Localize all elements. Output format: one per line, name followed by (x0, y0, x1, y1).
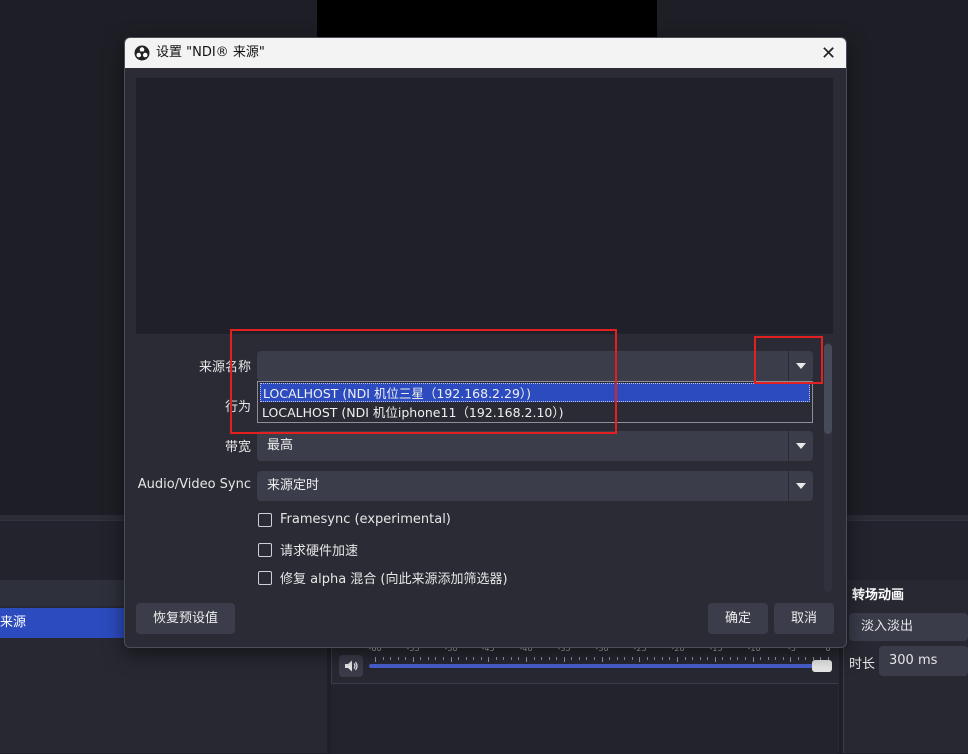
av-sync-label: Audio/Video Sync (137, 477, 251, 492)
db-minor-tick (654, 657, 656, 660)
db-minor-tick (503, 657, 505, 660)
db-minor-tick (405, 657, 407, 660)
source-preview (136, 78, 833, 334)
framesync-label: Framesync (experimental) (280, 512, 451, 527)
main-canvas (317, 0, 657, 40)
db-minor-tick (722, 657, 724, 660)
db-minor-tick (624, 657, 626, 660)
close-icon[interactable]: ✕ (811, 38, 846, 68)
db-minor-tick (397, 657, 399, 660)
volume-slider-handle[interactable] (812, 660, 832, 672)
scrollbar-thumb[interactable] (824, 344, 832, 434)
cancel-button[interactable]: 取消 (774, 603, 834, 634)
mute-button[interactable] (339, 655, 363, 677)
db-minor-tick (609, 657, 611, 660)
db-minor-tick (518, 657, 520, 660)
db-minor-tick (752, 657, 754, 662)
db-minor-tick (458, 657, 460, 660)
db-minor-tick (631, 657, 633, 660)
db-minor-tick (533, 657, 535, 660)
duration-label: 时长 (849, 657, 876, 672)
dialog-titlebar[interactable]: 设置 "NDI® 来源" ✕ (125, 38, 846, 68)
db-minor-tick (578, 657, 580, 660)
restore-defaults-button[interactable]: 恢复预设值 (136, 603, 235, 634)
framesync-checkbox[interactable] (258, 512, 272, 527)
db-minor-tick (571, 657, 573, 660)
bandwidth-select[interactable]: 最高 (257, 431, 813, 461)
db-minor-tick (412, 657, 414, 662)
db-minor-tick (442, 657, 444, 660)
db-minor-tick (646, 657, 648, 660)
db-minor-tick (707, 657, 709, 660)
db-minor-tick (714, 657, 716, 662)
db-minor-tick (375, 657, 376, 662)
framesync-checkbox-row[interactable]: Framesync (experimental) (258, 512, 451, 527)
obs-logo-icon (134, 45, 150, 61)
db-minor-tick (639, 657, 641, 662)
duration-input[interactable]: 300 ms (879, 646, 968, 676)
db-minor-tick (760, 657, 762, 660)
db-minor-tick (699, 657, 701, 660)
db-minor-tick (526, 657, 527, 662)
hw-accel-checkbox-row[interactable]: 请求硬件加速 (258, 540, 358, 559)
db-minor-tick (669, 657, 671, 660)
av-sync-value: 来源定时 (267, 478, 320, 493)
chevron-down-icon[interactable] (788, 471, 813, 501)
db-minor-tick (677, 657, 678, 662)
db-minor-tick (797, 657, 799, 660)
db-minor-tick (450, 657, 452, 662)
db-minor-tick (541, 657, 543, 660)
db-minor-tick (767, 657, 769, 660)
db-minor-ticks (369, 657, 831, 663)
db-minor-tick (692, 657, 694, 660)
ok-button[interactable]: 确定 (708, 603, 768, 634)
source-list-item[interactable]: 来源 (0, 608, 128, 638)
dialog-title: 设置 "NDI® 来源" (156, 45, 265, 60)
alpha-fix-checkbox[interactable] (258, 570, 272, 585)
db-minor-tick (744, 657, 746, 660)
annotation-box-arrow (754, 336, 823, 384)
db-minor-tick (435, 657, 437, 660)
db-minor-tick (473, 657, 475, 660)
db-minor-tick (556, 657, 558, 660)
db-minor-tick (480, 657, 482, 660)
db-minor-tick (729, 657, 731, 660)
db-minor-tick (661, 657, 663, 660)
db-minor-tick (495, 657, 497, 660)
db-minor-tick (563, 657, 565, 662)
db-minor-tick (790, 657, 792, 662)
transition-select[interactable]: 淡入淡出 (849, 613, 968, 641)
db-minor-tick (805, 657, 807, 660)
bandwidth-value: 最高 (267, 438, 294, 453)
db-minor-tick (382, 657, 384, 660)
audio-mixer-lower (331, 683, 838, 754)
transitions-title: 转场动画 (852, 588, 905, 603)
volume-slider-track[interactable] (369, 664, 821, 668)
alpha-fix-checkbox-row[interactable]: 修复 alpha 混合 (向此来源添加筛选器) (258, 568, 508, 587)
db-minor-tick (488, 657, 490, 662)
db-minor-tick (737, 657, 739, 660)
hw-accel-label: 请求硬件加速 (280, 544, 359, 559)
db-minor-tick (616, 657, 618, 660)
db-minor-tick (548, 657, 550, 660)
db-minor-tick (782, 657, 784, 660)
annotation-box-dropdown (230, 329, 617, 434)
db-minor-tick (420, 657, 422, 660)
db-minor-tick (510, 657, 512, 660)
speaker-icon (345, 660, 358, 672)
alpha-fix-label: 修复 alpha 混合 (向此来源添加筛选器) (280, 572, 508, 587)
db-minor-tick (593, 657, 595, 660)
db-minor-tick (601, 657, 603, 662)
db-minor-tick (465, 657, 467, 660)
db-minor-tick (775, 657, 777, 660)
av-sync-select[interactable]: 来源定时 (257, 471, 813, 501)
hw-accel-checkbox[interactable] (258, 542, 272, 557)
db-minor-tick (586, 657, 588, 660)
db-minor-tick (390, 657, 392, 660)
chevron-down-icon[interactable] (788, 431, 813, 461)
bandwidth-label: 带宽 (224, 440, 251, 455)
db-minor-tick (427, 657, 429, 660)
db-minor-tick (684, 657, 686, 660)
